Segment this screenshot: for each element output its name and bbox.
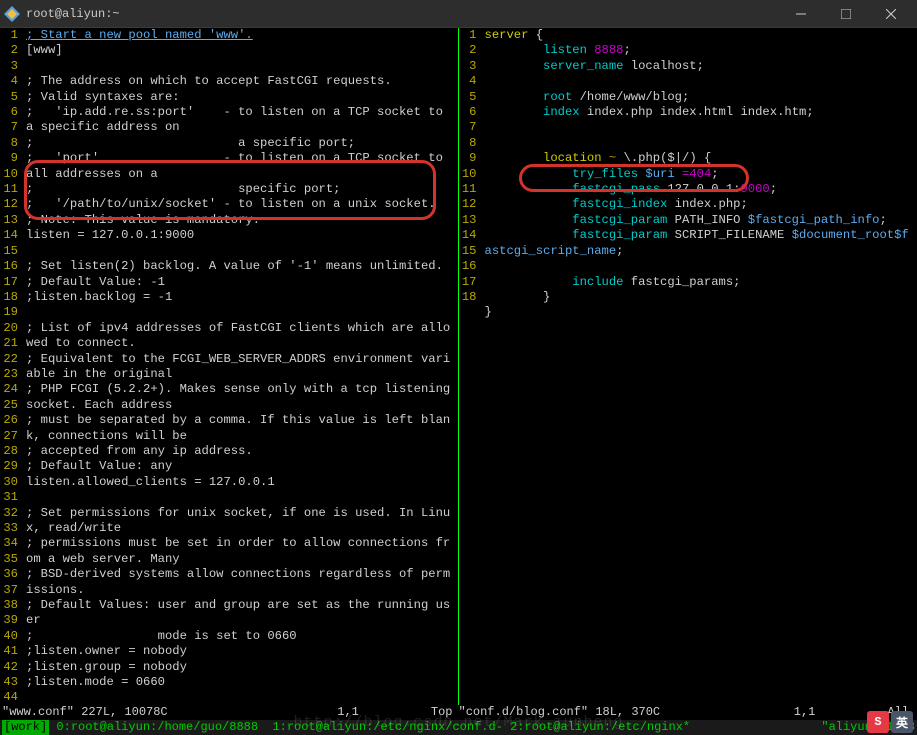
status-left: "www.conf" 227L, 10078C1,1 Top (2, 705, 459, 720)
code-line[interactable]: server { (485, 28, 914, 43)
code-line[interactable] (485, 136, 914, 151)
maximize-button[interactable] (823, 0, 868, 28)
code-line[interactable]: ; Note: This value is mandatory. (26, 213, 454, 228)
code-line[interactable]: ; Default Values: user and group are set… (26, 598, 454, 629)
ime-sogou-icon[interactable]: S (867, 711, 889, 733)
code-line[interactable]: fastcgi_pass 127.0.0.1:9000; (485, 182, 914, 197)
code-line[interactable] (485, 259, 914, 274)
terminal-window: root@aliyun:~ 12345678910111213141516171… (0, 0, 917, 735)
code-line[interactable]: listen.allowed_clients = 127.0.0.1 (26, 475, 454, 490)
right-pane[interactable]: 123456789101112131415161718 server { lis… (459, 28, 917, 705)
tmux-session-name[interactable]: [work] (2, 720, 49, 735)
close-button[interactable] (868, 0, 913, 28)
code-line[interactable] (485, 120, 914, 135)
status-right: "conf.d/blog.conf" 18L, 370C1,1 All (459, 705, 916, 720)
code-line[interactable]: ; '/path/to/unix/socket' - to listen on … (26, 197, 454, 212)
code-line[interactable]: } (485, 290, 914, 305)
code-line[interactable]: ; Valid syntaxes are: (26, 90, 454, 105)
code-left[interactable]: ; Start a new pool named 'www'.[www] ; T… (22, 28, 458, 705)
code-line[interactable] (485, 74, 914, 89)
tmux-status-bar[interactable]: [work] 0:root@aliyun:/home/guo/8888 1:ro… (0, 720, 917, 735)
titlebar[interactable]: root@aliyun:~ (0, 0, 917, 28)
left-pane[interactable]: 1234567891011121314151617181920212223242… (0, 28, 459, 705)
line-numbers-left: 1234567891011121314151617181920212223242… (0, 28, 22, 705)
code-line[interactable]: ; PHP FCGI (5.2.2+). Makes sense only wi… (26, 382, 454, 413)
code-line[interactable]: ;listen.mode = 0660 (26, 675, 454, 690)
code-line[interactable]: ; Set permissions for unix socket, if on… (26, 506, 454, 537)
code-line[interactable]: ; mode is set to 0660 (26, 629, 454, 644)
code-line[interactable]: ; Default Value: any (26, 459, 454, 474)
line-numbers-right: 123456789101112131415161718 (459, 28, 481, 705)
code-line[interactable]: ; Set listen(2) backlog. A value of '-1'… (26, 259, 454, 274)
code-line[interactable]: ; specific port; (26, 182, 454, 197)
code-line[interactable]: ; Start a new pool named 'www'. (26, 28, 454, 43)
code-line[interactable]: index index.php index.html index.htm; (485, 105, 914, 120)
code-line[interactable]: ; List of ipv4 addresses of FastCGI clie… (26, 321, 454, 352)
code-line[interactable]: } (485, 305, 914, 320)
window-controls (778, 0, 913, 28)
minimize-button[interactable] (778, 0, 823, 28)
code-line[interactable]: fastcgi_param SCRIPT_FILENAME $document_… (485, 228, 914, 259)
code-line[interactable]: fastcgi_index index.php; (485, 197, 914, 212)
window-title: root@aliyun:~ (26, 7, 778, 21)
code-line[interactable]: listen 8888; (485, 43, 914, 58)
code-line[interactable]: try_files $uri =404; (485, 167, 914, 182)
code-line[interactable]: [www] (26, 43, 454, 58)
code-line[interactable] (26, 305, 454, 320)
code-line[interactable]: fastcgi_param PATH_INFO $fastcgi_path_in… (485, 213, 914, 228)
code-line[interactable]: ; 'ip.add.re.ss:port' - to listen on a T… (26, 105, 454, 136)
code-line[interactable]: ; must be separated by a comma. If this … (26, 413, 454, 444)
code-line[interactable]: ;listen.backlog = -1 (26, 290, 454, 305)
code-line[interactable]: ; Default Value: -1 (26, 275, 454, 290)
code-line[interactable]: ; a specific port; (26, 136, 454, 151)
code-line[interactable]: ; Equivalent to the FCGI_WEB_SERVER_ADDR… (26, 352, 454, 383)
code-line[interactable] (26, 490, 454, 505)
code-line[interactable]: location ~ \.php($|/) { (485, 151, 914, 166)
code-line[interactable]: ; The address on which to accept FastCGI… (26, 74, 454, 89)
code-line[interactable]: ;listen.owner = nobody (26, 644, 454, 659)
app-icon (4, 6, 20, 22)
code-line[interactable]: listen = 127.0.0.1:9000 (26, 228, 454, 243)
vim-editor[interactable]: 1234567891011121314151617181920212223242… (0, 28, 917, 705)
code-line[interactable]: ; 'port' - to listen on a TCP socket to … (26, 151, 454, 182)
code-line[interactable]: ; permissions must be set in order to al… (26, 536, 454, 567)
code-line[interactable]: root /home/www/blog; (485, 90, 914, 105)
code-line[interactable]: ;listen.group = nobody (26, 660, 454, 675)
code-line[interactable]: ; BSD-derived systems allow connections … (26, 567, 454, 598)
code-line[interactable] (26, 244, 454, 259)
code-line[interactable]: server_name localhost; (485, 59, 914, 74)
code-line[interactable]: ; accepted from any ip address. (26, 444, 454, 459)
ime-indicator[interactable]: S 英 (867, 711, 913, 733)
code-line[interactable] (26, 690, 454, 705)
tmux-windows[interactable]: 0:root@aliyun:/home/guo/8888 1:root@aliy… (49, 720, 821, 735)
code-line[interactable]: include fastcgi_params; (485, 275, 914, 290)
code-right[interactable]: server { listen 8888; server_name localh… (481, 28, 917, 705)
code-line[interactable] (26, 59, 454, 74)
vim-status-bar: "www.conf" 227L, 10078C1,1 Top "conf.d/b… (0, 705, 917, 720)
ime-lang-icon[interactable]: 英 (891, 711, 913, 733)
